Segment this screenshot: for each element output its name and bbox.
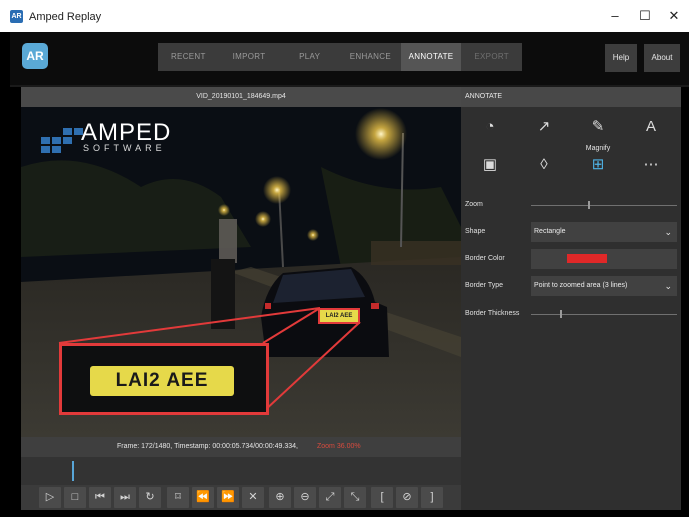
blur-tool-icon[interactable]: ◊ xyxy=(529,153,559,177)
stop-button[interactable]: □ xyxy=(64,487,86,508)
close-clip-button[interactable]: ✕ xyxy=(242,487,264,508)
about-button[interactable]: About xyxy=(644,44,680,72)
magnify-tool-label: Magnify xyxy=(585,145,611,152)
tab-export[interactable]: EXPORT xyxy=(461,43,522,71)
chevron-down-icon: ⌄ xyxy=(664,281,672,291)
annotate-panel: ANNOTATE ◔ ↗ ✎ A ▣ ◊ Magnify ⊞ ⋯ Zoom Sh… xyxy=(461,87,681,510)
rewind-button[interactable]: ⏪ xyxy=(192,487,214,508)
tab-import[interactable]: IMPORT xyxy=(219,43,280,71)
zoom-readout: Zoom 36.00% xyxy=(317,443,361,450)
window-title: Amped Replay xyxy=(29,11,102,23)
border-thickness-slider-thumb[interactable] xyxy=(560,310,563,318)
maximize-button[interactable]: ☐ xyxy=(634,6,656,26)
close-button[interactable]: ✕ xyxy=(663,6,685,26)
previous-frame-button[interactable]: ⏮ xyxy=(89,487,111,508)
frame-timestamp-readout: Frame: 172/1480, Timestamp: 00:00:05.734… xyxy=(117,443,298,450)
annotate-header: ANNOTATE xyxy=(461,87,681,107)
border-thickness-slider[interactable] xyxy=(531,314,677,315)
magnified-license-plate: LAI2 AEE xyxy=(90,366,234,396)
tab-annotate[interactable]: ANNOTATE xyxy=(400,43,462,71)
image-tool-icon[interactable]: ▣ xyxy=(475,153,505,177)
zoom-slider[interactable] xyxy=(531,205,677,206)
border-type-select[interactable]: Point to zoomed area (3 lines) ⌄ xyxy=(531,276,677,296)
clear-range-button[interactable]: ⊘ xyxy=(396,487,418,508)
text-tool-icon[interactable]: A xyxy=(636,115,666,139)
tab-play[interactable]: PLAY xyxy=(279,43,340,71)
shape-label: Shape xyxy=(465,228,486,235)
minimize-button[interactable]: – xyxy=(604,6,626,26)
fast-forward-button[interactable]: ⏩ xyxy=(217,487,239,508)
help-button[interactable]: Help xyxy=(605,44,637,72)
loop-button[interactable]: ↻ xyxy=(139,487,161,508)
fit-button[interactable]: ⤢ xyxy=(319,487,341,508)
next-frame-button[interactable]: ⏭ xyxy=(114,487,136,508)
zoom-in-button[interactable]: ⊕ xyxy=(269,487,291,508)
amped-replay-logo: AR xyxy=(22,43,48,69)
play-button[interactable]: ▷ xyxy=(39,487,61,508)
border-thickness-label: Border Thickness xyxy=(465,310,520,317)
border-color-label: Border Color xyxy=(465,255,505,262)
border-type-select-value: Point to zoomed area (3 lines) xyxy=(534,282,628,289)
set-out-point-button[interactable]: ] xyxy=(421,487,443,508)
shape-select[interactable]: Rectangle ⌄ xyxy=(531,222,677,242)
magnified-area[interactable]: LAI2 AEE xyxy=(59,343,269,415)
app-topbar: AR RECENT IMPORT PLAY ENHANCE ANNOTATE E… xyxy=(10,32,689,85)
main-tabs: RECENT IMPORT PLAY ENHANCE ANNOTATE EXPO… xyxy=(158,43,522,71)
license-plate-selection[interactable]: LAI2 AEE xyxy=(318,308,360,324)
set-in-point-button[interactable]: [ xyxy=(371,487,393,508)
video-viewport[interactable]: AMPED SOFTWARE LAI2 AEE LAI2 AEE xyxy=(21,107,461,437)
more-tools-icon[interactable]: ⋯ xyxy=(636,153,666,177)
window-titlebar: AR Amped Replay – ☐ ✕ xyxy=(0,0,689,32)
tab-recent[interactable]: RECENT xyxy=(158,43,219,71)
shape-tool-icon[interactable]: ◔ xyxy=(475,115,505,139)
border-color-swatch xyxy=(567,254,607,263)
border-type-label: Border Type xyxy=(465,282,504,289)
app-icon: AR xyxy=(10,10,23,23)
timeline-playhead[interactable] xyxy=(72,461,75,481)
bookmark-button[interactable]: ⌑ xyxy=(167,487,189,508)
zoom-out-button[interactable]: ⊖ xyxy=(294,487,316,508)
video-filename: VID_20190101_184649.mp4 xyxy=(21,87,461,107)
border-color-picker[interactable] xyxy=(531,249,677,269)
chevron-down-icon: ⌄ xyxy=(664,227,672,237)
playback-controls: ▷ □ ⏮ ⏭ ↻ ⌑ ⏪ ⏩ ✕ ⊕ ⊖ ⤢ ⤡ [ ⊘ ] xyxy=(21,485,461,510)
pencil-tool-icon[interactable]: ✎ xyxy=(583,115,613,139)
watermark-text-software: SOFTWARE xyxy=(83,143,166,153)
zoom-label: Zoom xyxy=(465,201,483,208)
magnify-tool-icon[interactable]: ⊞ xyxy=(583,153,613,177)
video-status-bar: Frame: 172/1480, Timestamp: 00:00:05.734… xyxy=(21,437,461,457)
actual-size-button[interactable]: ⤡ xyxy=(344,487,366,508)
zoom-slider-thumb[interactable] xyxy=(587,201,590,209)
timeline[interactable] xyxy=(21,457,461,485)
shape-select-value: Rectangle xyxy=(534,228,566,235)
arrow-tool-icon[interactable]: ↗ xyxy=(529,115,559,139)
tab-enhance[interactable]: ENHANCE xyxy=(340,43,401,71)
